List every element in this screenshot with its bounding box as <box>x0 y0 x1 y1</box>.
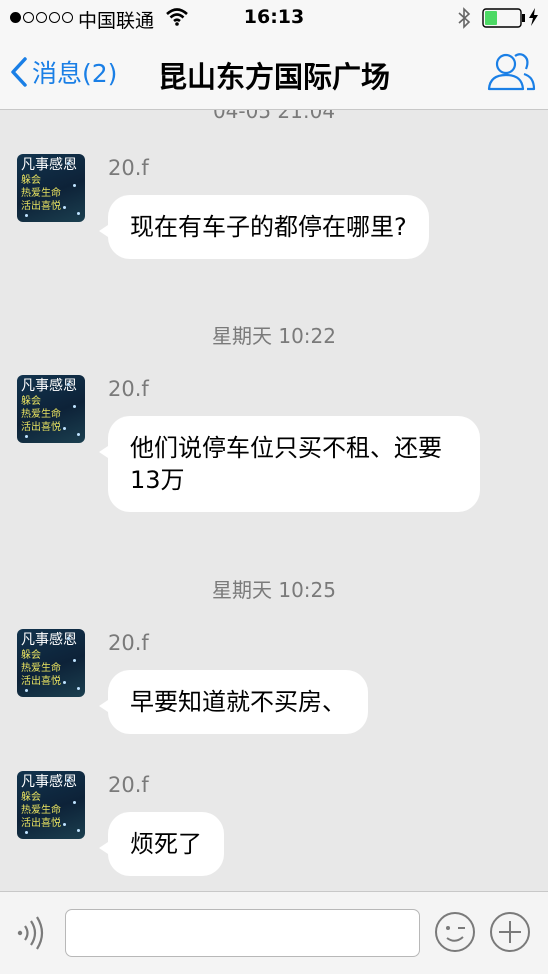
avatar-sparkle <box>77 212 80 215</box>
avatar-sparkle <box>77 687 80 690</box>
avatar-sparkle <box>25 689 28 692</box>
message-timestamp: 星期天 10:25 <box>212 578 336 602</box>
avatar-sparkle <box>73 659 76 662</box>
emoji-icon[interactable] <box>434 911 476 953</box>
avatar-sparkle <box>25 435 28 438</box>
sender-name: 20.f <box>108 773 149 797</box>
avatar[interactable]: 凡事感恩 躲会 热爱生命 活出喜悦 <box>17 375 85 443</box>
avatar-sparkle <box>25 214 28 217</box>
avatar-sparkle <box>67 383 70 386</box>
avatar-sparkle <box>77 829 80 832</box>
message-timestamp: 04-05 21:04 <box>212 110 336 123</box>
chat-area[interactable]: 04-05 21:04 凡事感恩 躲会 热爱生命 活出喜悦 20.f 现在有车子… <box>0 110 548 891</box>
avatar-sparkle <box>63 206 66 209</box>
avatar-sparkle <box>67 779 70 782</box>
message-bubble[interactable]: 他们说停车位只买不租、还要13万 <box>99 416 480 512</box>
battery-icon <box>482 8 525 28</box>
message-bubble[interactable]: 早要知道就不买房、 <box>99 670 368 734</box>
message-input[interactable] <box>65 909 420 957</box>
bluetooth-icon <box>458 7 471 29</box>
message-timestamp: 星期天 10:22 <box>212 324 336 348</box>
status-bar: 中国联通 16:13 <box>0 0 548 36</box>
avatar[interactable]: 凡事感恩 躲会 热爱生命 活出喜悦 <box>17 629 85 697</box>
avatar-sparkle <box>77 433 80 436</box>
message-bubble[interactable]: 现在有车子的都停在哪里? <box>99 195 429 259</box>
message-input-bar <box>0 891 548 974</box>
avatar-sparkle <box>73 405 76 408</box>
avatar-sparkle <box>25 831 28 834</box>
avatar-sparkle <box>67 637 70 640</box>
avatar-sparkle <box>73 184 76 187</box>
avatar-sparkle <box>63 681 66 684</box>
navigation-bar: 消息(2) 昆山东方国际广场 <box>0 36 548 110</box>
message-bubble[interactable]: 烦死了 <box>99 812 224 876</box>
group-members-icon[interactable] <box>486 50 536 92</box>
avatar-sparkle <box>73 801 76 804</box>
avatar[interactable]: 凡事感恩 躲会 热爱生命 活出喜悦 <box>17 154 85 222</box>
sender-name: 20.f <box>108 156 149 180</box>
avatar-sparkle <box>63 427 66 430</box>
avatar[interactable]: 凡事感恩 躲会 热爱生命 活出喜悦 <box>17 771 85 839</box>
sender-name: 20.f <box>108 377 149 401</box>
voice-input-icon[interactable] <box>16 916 48 950</box>
charging-icon <box>529 8 538 26</box>
page-title: 昆山东方国际广场 <box>157 60 390 94</box>
plus-icon[interactable] <box>489 911 531 953</box>
sender-name: 20.f <box>108 631 149 655</box>
avatar-sparkle <box>67 162 70 165</box>
avatar-sparkle <box>63 823 66 826</box>
